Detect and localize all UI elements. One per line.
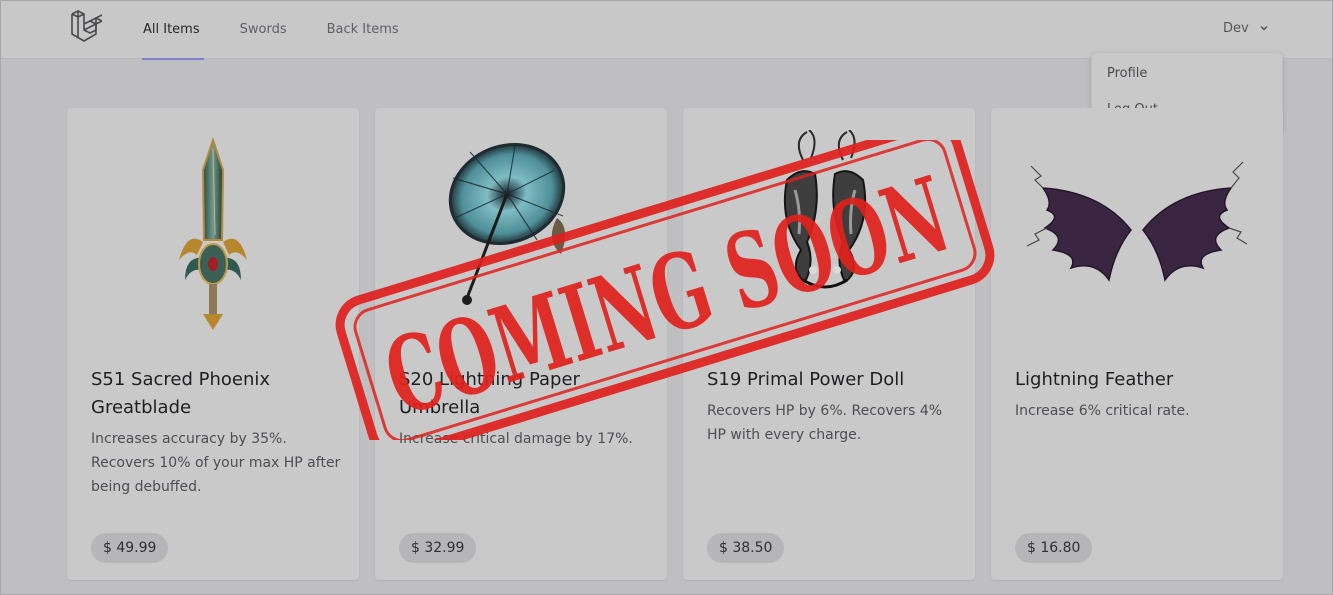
menu-item-profile[interactable]: Profile xyxy=(1107,66,1147,81)
item-description: Increase critical damage by 17%. xyxy=(399,431,633,447)
chevron-down-icon xyxy=(1260,25,1268,31)
item-title: S51 Sacred Phoenix Greatblade xyxy=(91,369,271,418)
item-card[interactable]: S51 Sacred Phoenix Greatblade Increases … xyxy=(67,108,359,580)
item-card[interactable]: S20 Lightning Paper Umbrella Increase cr… xyxy=(375,108,667,580)
power-doll-icon xyxy=(783,130,867,289)
item-price-badge: $ 32.99 xyxy=(399,533,477,563)
item-price-badge: $ 49.99 xyxy=(91,533,169,563)
laravel-logo-icon[interactable] xyxy=(70,10,103,44)
item-description: Increases accuracy by 35%. Recovers 10% … xyxy=(91,431,341,495)
user-menu-trigger[interactable]: Dev xyxy=(1223,18,1269,38)
top-navigation: All Items Swords Back Items Dev xyxy=(0,0,1333,60)
item-price-badge: $ 38.50 xyxy=(707,533,785,563)
item-card[interactable]: S19 Primal Power Doll Recovers HP by 6%.… xyxy=(683,108,975,580)
item-card[interactable]: Lightning Feather Increase 6% critical r… xyxy=(991,108,1283,580)
nav-tab-swords[interactable]: Swords xyxy=(240,0,287,59)
nav-tab-all-items[interactable]: All Items xyxy=(142,0,204,60)
item-description: Increase 6% critical rate. xyxy=(1015,403,1190,419)
item-price-badge: $ 16.80 xyxy=(1015,533,1093,563)
feather-wings-icon xyxy=(1026,161,1248,282)
greatblade-icon xyxy=(179,136,247,330)
item-description: Recovers HP by 6%. Recovers 4% HP with e… xyxy=(707,403,943,443)
item-title: S20 Lightning Paper Umbrella xyxy=(399,369,580,418)
item-title: S19 Primal Power Doll xyxy=(707,369,905,390)
item-title: Lightning Feather xyxy=(1015,369,1174,390)
user-name: Dev xyxy=(1223,20,1249,36)
nav-tab-back-items[interactable]: Back Items xyxy=(327,0,399,59)
umbrella-icon xyxy=(448,142,566,305)
